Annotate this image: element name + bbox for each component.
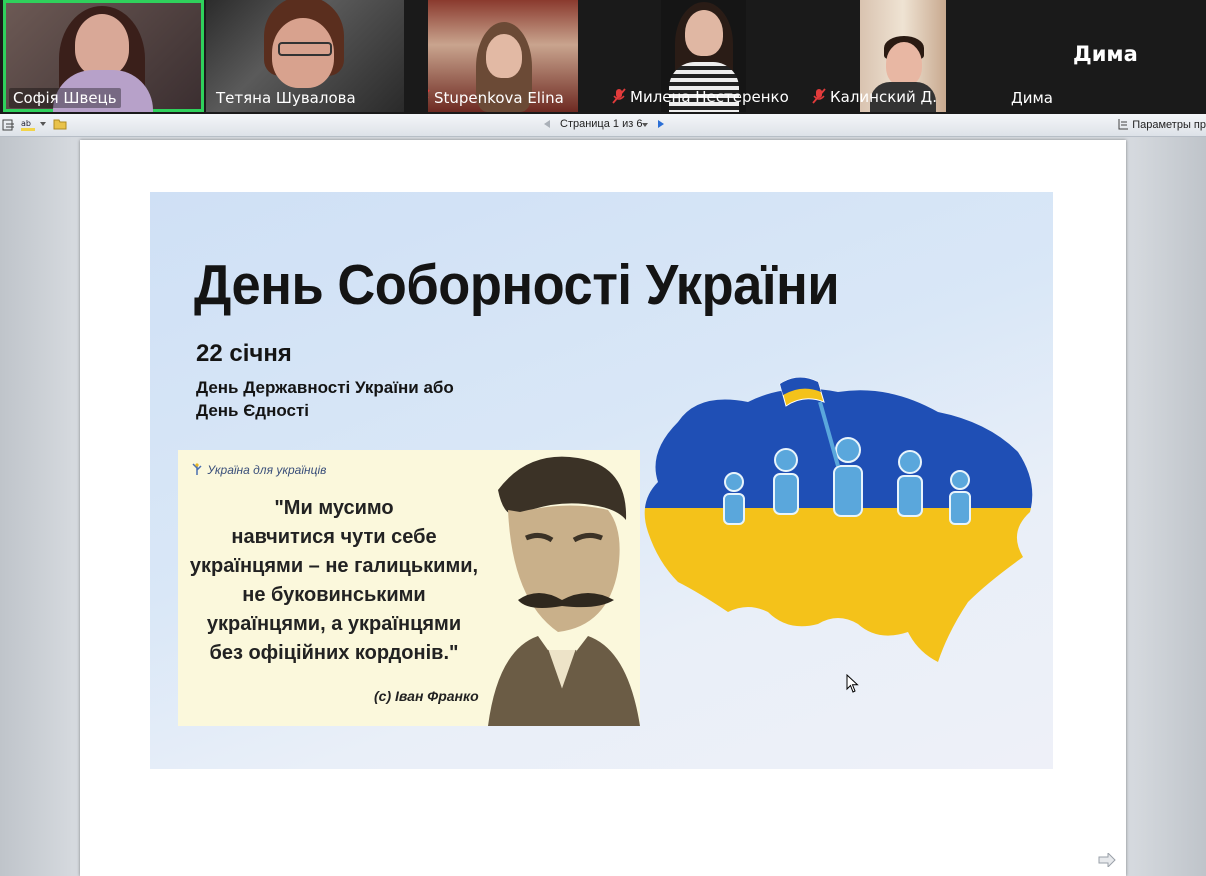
page-dropdown-icon[interactable] (642, 123, 648, 127)
brand-label: Україна для українців (190, 462, 326, 477)
quote-author: (с) Іван Франко (374, 688, 479, 704)
wheat-logo-icon (192, 463, 202, 475)
mouse-pointer-icon (846, 674, 859, 693)
participant-avatar-name: Дима (1073, 42, 1138, 66)
muted-mic-icon (812, 88, 826, 104)
page-setup-icon[interactable] (2, 118, 16, 132)
spelling-icon[interactable]: ab (20, 118, 40, 132)
slide-title: День Соборності України (194, 253, 840, 317)
participant-name: Тетяна Шувалова (216, 89, 356, 107)
svg-text:ab: ab (21, 119, 31, 128)
slide-date: 22 січня (196, 340, 292, 367)
muted-mic-icon (612, 88, 626, 104)
quote-text: "Ми мусимо навчитися чути себе українцям… (189, 497, 479, 664)
scroll-next-arrow-icon[interactable] (1098, 853, 1116, 867)
portrait-illustration (488, 456, 640, 726)
document-toolbar: ab Страница 1 из 6 Параметры пр (0, 114, 1206, 137)
quote-card: Україна для українців "Ми мусимо навчити… (178, 450, 640, 726)
participant-strip: Софія Швець Тетяна Шувалова Stupenkova E… (0, 0, 1206, 114)
participant-tile-6[interactable]: Дима Дима (1005, 0, 1206, 112)
glasses-icon (278, 42, 332, 56)
participant-name: Калинский Д. (812, 88, 937, 106)
chevron-down-icon[interactable] (40, 122, 46, 126)
page-indicator: Страница 1 из 6 (560, 118, 643, 130)
participant-tile-3[interactable]: Stupenkova Elina (428, 0, 578, 112)
ukraine-map-illustration (644, 377, 1033, 663)
slide-subtitle: День Державності України або День Єдност… (196, 378, 454, 420)
options-icon (1118, 119, 1129, 130)
participant-name: Софія Швець (9, 88, 121, 108)
folder-icon[interactable] (53, 118, 67, 130)
muted-mic-icon (428, 89, 430, 99)
participant-name: Дима (1011, 89, 1053, 107)
participant-tile-2[interactable]: Тетяна Шувалова (206, 0, 404, 112)
participant-name: Stupenkova Elina (428, 88, 568, 108)
participant-name: Милена Нестеренко (612, 88, 789, 106)
next-page-icon[interactable] (658, 120, 664, 128)
slide-image: День Соборності України 22 січня День Де… (150, 192, 1053, 769)
previous-page-icon[interactable] (544, 120, 550, 128)
view-options-button[interactable]: Параметры пр (1117, 118, 1206, 131)
participant-tile-1[interactable]: Софія Швець (3, 0, 204, 112)
